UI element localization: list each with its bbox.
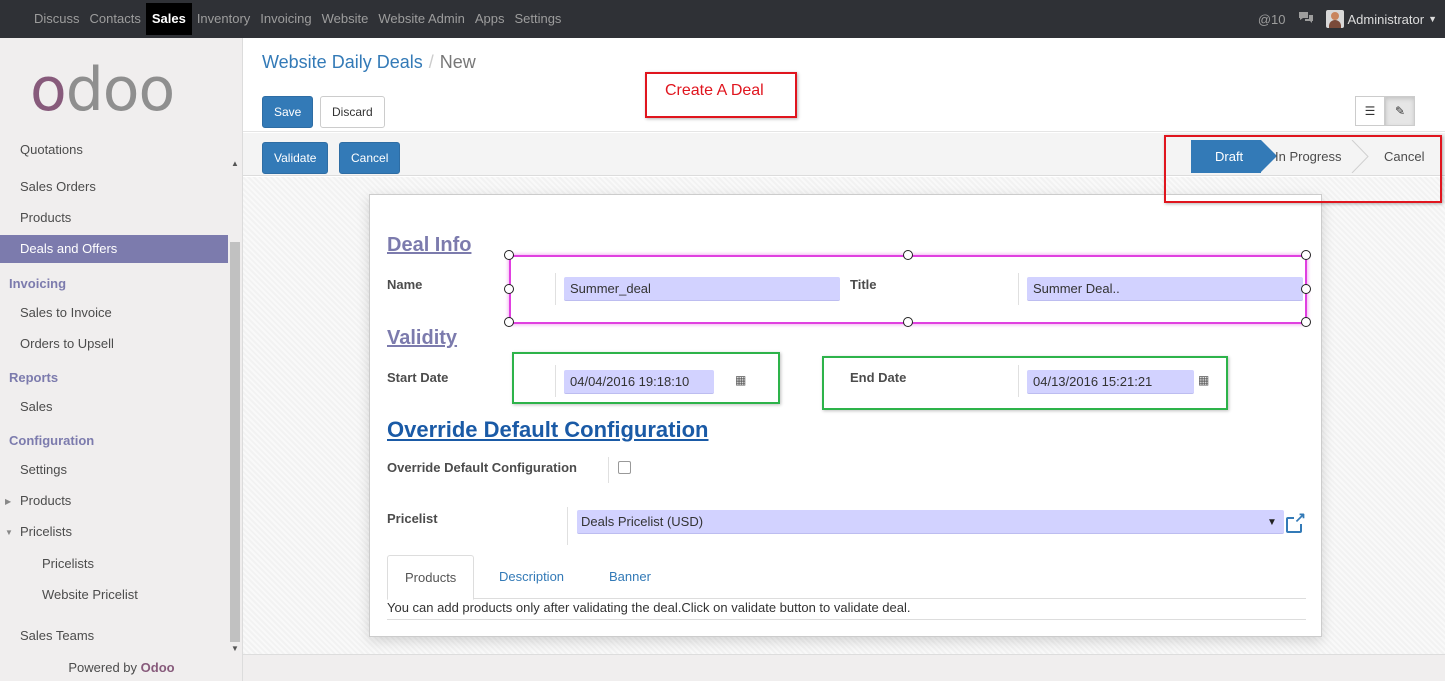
- chat-icon[interactable]: [1298, 11, 1314, 27]
- sidebar-item-config-products[interactable]: Products: [0, 487, 228, 515]
- external-link-icon[interactable]: [1286, 510, 1307, 533]
- start-date-highlight-box: [512, 352, 780, 404]
- create-deal-annotation: Create A Deal: [645, 72, 797, 118]
- tab-banner[interactable]: Banner: [592, 555, 668, 599]
- tab-description[interactable]: Description: [482, 555, 581, 599]
- selection-handle[interactable]: [504, 250, 514, 260]
- discard-button[interactable]: Discard: [320, 96, 385, 128]
- products-tab-note: You can add products only after validati…: [387, 600, 1306, 620]
- menu-settings[interactable]: Settings: [509, 0, 566, 38]
- menu-invoicing[interactable]: Invoicing: [255, 0, 316, 38]
- user-name: Administrator: [1347, 11, 1425, 27]
- caret-down-icon: ▼: [1428, 14, 1437, 24]
- sidebar-item-pricelists[interactable]: Pricelists: [0, 550, 228, 578]
- sidebar-item-sales-to-invoice[interactable]: Sales to Invoice: [0, 299, 228, 327]
- menu-apps[interactable]: Apps: [470, 0, 510, 38]
- sidebar-item-sales-report[interactable]: Sales: [0, 393, 228, 421]
- powered-by-link[interactable]: Odoo: [141, 660, 175, 675]
- pricelist-select[interactable]: Deals Pricelist (USD): [577, 510, 1284, 534]
- scroll-down-arrow-icon[interactable]: ▼: [230, 644, 240, 654]
- menu-sales[interactable]: Sales: [145, 3, 192, 35]
- override-config-label: Override Default Configuration: [387, 460, 577, 475]
- statusbar-highlight-box: [1164, 135, 1442, 203]
- sidebar-header-invoicing: Invoicing: [9, 276, 67, 291]
- sidebar-item-sales-teams[interactable]: Sales Teams: [0, 622, 228, 650]
- top-navbar: Discuss Contacts Sales Inventory Invoici…: [0, 0, 1445, 38]
- breadcrumb-current: New: [439, 52, 476, 72]
- sidebar-item-deals-offers[interactable]: Deals and Offers: [0, 235, 228, 263]
- menu-website-admin[interactable]: Website Admin: [373, 0, 469, 38]
- user-menu[interactable]: Administrator ▼: [1325, 10, 1437, 28]
- field-divider: [567, 507, 568, 545]
- selection-handle[interactable]: [903, 317, 913, 327]
- sidebar-item-website-pricelist[interactable]: Website Pricelist: [0, 581, 228, 609]
- start-date-label: Start Date: [387, 370, 449, 385]
- sidebar: odoo Quotations Sales Orders Products De…: [0, 38, 243, 681]
- end-date-highlight-box: [822, 356, 1228, 410]
- odoo-logo[interactable]: odoo: [30, 60, 175, 120]
- scroll-thumb[interactable]: [230, 242, 240, 642]
- sidebar-header-configuration: Configuration: [9, 433, 95, 448]
- selection-handle[interactable]: [1301, 317, 1311, 327]
- selection-handle[interactable]: [504, 284, 514, 294]
- avatar: [1325, 10, 1344, 28]
- control-panel: Website Daily Deals / New Save Discard ☰ ✎: [243, 38, 1445, 132]
- name-label: Name: [387, 277, 423, 292]
- selection-handle[interactable]: [1301, 250, 1311, 260]
- list-view-icon[interactable]: ☰: [1355, 96, 1385, 126]
- dropdown-arrow-icon[interactable]: ▼: [1267, 517, 1277, 528]
- sidebar-item-products[interactable]: Products: [0, 204, 228, 232]
- selection-handle[interactable]: [504, 317, 514, 327]
- cancel-deal-button[interactable]: Cancel: [339, 142, 401, 174]
- section-validity: Validity: [387, 327, 458, 349]
- sidebar-item-orders-to-upsell[interactable]: Orders to Upsell: [0, 330, 228, 358]
- sidebar-item-settings[interactable]: Settings: [0, 456, 228, 484]
- sidebar-scrollbar[interactable]: ▲ ▼: [228, 144, 242, 654]
- pricelist-label: Pricelist: [387, 511, 438, 526]
- menu-inventory[interactable]: Inventory: [192, 0, 255, 38]
- app-menu: Discuss Contacts Sales Inventory Invoici…: [29, 0, 566, 38]
- breadcrumb-separator: /: [428, 52, 434, 72]
- scroll-up-arrow-icon[interactable]: ▲: [230, 159, 240, 169]
- view-switcher: ☰ ✎: [1355, 96, 1415, 126]
- tab-products[interactable]: Products: [387, 555, 475, 600]
- name-title-selection-box: [509, 255, 1307, 324]
- notebook-tabs: Products Description Banner: [387, 555, 1306, 600]
- breadcrumb: Website Daily Deals / New: [262, 52, 476, 73]
- sidebar-header-reports: Reports: [9, 370, 59, 385]
- form-view-icon[interactable]: ✎: [1385, 96, 1415, 126]
- sidebar-item-pricelists-parent[interactable]: Pricelists: [0, 518, 228, 546]
- breadcrumb-parent[interactable]: Website Daily Deals: [262, 52, 423, 72]
- override-config-checkbox[interactable]: [618, 461, 631, 474]
- menu-website[interactable]: Website: [317, 0, 374, 38]
- menu-discuss[interactable]: Discuss: [29, 0, 85, 38]
- form-view-background: Deal Info Name Summer_deal Title Summer …: [243, 177, 1445, 654]
- mentions-counter[interactable]: @10: [1258, 12, 1286, 27]
- section-deal-info: Deal Info: [387, 234, 472, 256]
- powered-by: Powered by Odoo: [68, 660, 175, 675]
- save-button[interactable]: Save: [262, 96, 314, 128]
- field-divider: [608, 457, 609, 483]
- validate-button[interactable]: Validate: [262, 142, 329, 174]
- sidebar-item-quotations[interactable]: Quotations: [0, 145, 228, 161]
- sidebar-item-sales-orders[interactable]: Sales Orders: [0, 173, 228, 201]
- systray: @10 Administrator ▼: [1258, 0, 1437, 38]
- menu-contacts[interactable]: Contacts: [85, 0, 146, 38]
- selection-handle[interactable]: [903, 250, 913, 260]
- section-override-default-config: Override Default Configuration: [387, 417, 709, 442]
- footer-strip: [243, 654, 1445, 681]
- selection-handle[interactable]: [1301, 284, 1311, 294]
